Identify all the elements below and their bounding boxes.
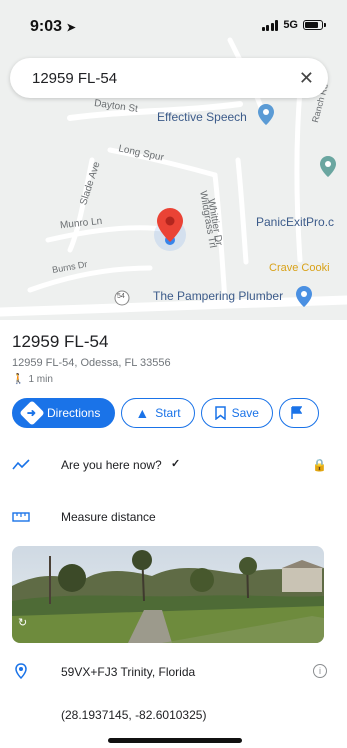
navigation-arrow-icon: ▲ [135,405,150,421]
route-shield: 54 [117,293,125,300]
place-address: 12959 FL-54, Odessa, FL 33556 [12,357,171,369]
save-label: Save [231,406,259,420]
measure-distance-row[interactable]: Measure distance [0,508,347,528]
more-action-button[interactable] [278,398,319,428]
lock-icon: 🔒 [312,458,327,472]
network-label: 5G [283,19,298,31]
battery-icon [303,20,326,30]
walk-time-text: 1 min [28,374,53,385]
flag-icon [291,406,302,419]
close-icon[interactable]: ✕ [299,68,314,89]
search-input[interactable]: 12959 FL-54 [32,70,299,87]
coordinates-row[interactable]: (28.1937145, -82.6010325) [0,706,347,726]
status-time-text: 9:03 [30,18,63,35]
rotate-360-icon: ↻ [18,617,28,629]
status-time: 9:03 ➤ [30,18,76,36]
status-indicators: 5G [261,19,326,31]
place-title: 12959 FL-54 [12,332,109,351]
plus-code-label: 59VX+FJ3 Trinity, Florida [61,665,196,679]
trend-icon [12,459,30,470]
poi-label[interactable]: Crave Cooki [269,262,330,274]
walk-icon: 🚶 [12,374,25,385]
poi-label[interactable]: PanicExitPro.c [256,215,334,229]
map-view[interactable]: Dayton St Long Spur Slade Ave Munro Ln B… [0,0,347,320]
bookmark-icon [214,406,226,420]
street-view-image [12,546,324,643]
status-bar: 9:03 ➤ 5G [0,0,347,48]
coordinates-label: (28.1937145, -82.6010325) [61,708,207,722]
save-button[interactable]: Save [200,398,273,428]
walk-time: 🚶 1 min [12,374,53,385]
start-button[interactable]: ▲ Start [121,398,195,428]
action-row: ➜ Directions ▲ Start Save [12,398,319,428]
directions-icon: ➜ [19,400,45,426]
signal-icon [261,19,279,31]
ruler-icon [12,512,30,522]
measure-distance-label: Measure distance [61,510,156,524]
location-pin-icon [15,663,27,679]
poi-label[interactable]: Effective Speech [157,110,247,124]
poi-label[interactable]: The Pampering Plumber [153,289,283,303]
chevron-down-icon: ✓ [171,458,181,470]
start-label: Start [155,406,181,420]
here-now-label: Are you here now? [61,458,162,472]
street-view-photo[interactable]: ↻ [12,546,324,643]
home-indicator[interactable] [108,738,242,743]
info-icon[interactable]: i [313,664,327,678]
here-now-row[interactable]: Are you here now? ✓ 🔒 [0,456,347,476]
search-bar[interactable]: 12959 FL-54 ✕ [10,58,328,98]
plus-code-row[interactable]: 59VX+FJ3 Trinity, Florida i [0,662,347,682]
location-arrow-icon: ➤ [66,22,76,34]
directions-label: Directions [47,406,101,420]
directions-button[interactable]: ➜ Directions [12,398,116,428]
